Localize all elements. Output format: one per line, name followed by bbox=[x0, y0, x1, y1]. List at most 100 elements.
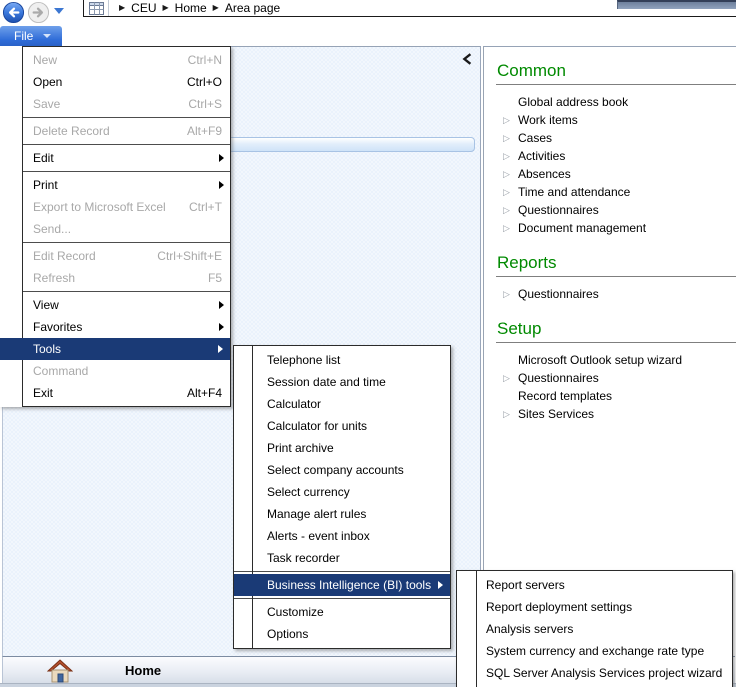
file-menu-item-export-to-microsoft-excel: Export to Microsoft ExcelCtrl+T bbox=[0, 196, 231, 218]
bi-menu-item-report-deployment-settings[interactable]: Report deployment settings bbox=[457, 596, 732, 618]
tools-menu-item-print-archive[interactable]: Print archive bbox=[234, 437, 450, 459]
file-menu-item-edit[interactable]: Edit bbox=[0, 147, 231, 169]
tools-menu-item-task-recorder[interactable]: Task recorder bbox=[234, 547, 450, 569]
section-title-reports: Reports bbox=[497, 253, 736, 273]
tools-menu-item-calculator-for-units[interactable]: Calculator for units bbox=[234, 415, 450, 437]
breadcrumb-crumb-home[interactable]: Home bbox=[175, 1, 207, 15]
breadcrumb-crumb-area-page[interactable]: Area page bbox=[225, 1, 280, 15]
expand-arrow-icon[interactable]: ▷ bbox=[503, 224, 518, 233]
tools-menu-item-label: Business Intelligence (BI) tools bbox=[267, 578, 442, 592]
expand-arrow-icon[interactable]: ▷ bbox=[503, 188, 518, 197]
tools-menu-item-alerts-event-inbox[interactable]: Alerts - event inbox bbox=[234, 525, 450, 547]
task-item-work-items[interactable]: ▷Work items bbox=[484, 111, 736, 129]
application-window: ▶CEU▶Home▶Area page File Common▷Global a… bbox=[0, 0, 736, 687]
expand-arrow-icon[interactable]: ▷ bbox=[503, 170, 518, 179]
address-grid-icon[interactable] bbox=[84, 0, 109, 16]
file-menu-item-shortcut: F5 bbox=[208, 271, 222, 285]
bi-menu-item-sql-server-analysis-services-project-wizard[interactable]: SQL Server Analysis Services project wiz… bbox=[457, 662, 732, 684]
tools-menu-item-label: Session date and time bbox=[267, 375, 442, 389]
tools-menu-item-customize[interactable]: Customize bbox=[234, 601, 450, 623]
file-menu-item-shortcut: Ctrl+N bbox=[188, 53, 222, 67]
file-menu-item-tools[interactable]: Tools bbox=[0, 338, 230, 360]
file-menu-item-label: Save bbox=[33, 97, 176, 111]
file-menu-item-print[interactable]: Print bbox=[0, 174, 231, 196]
file-menu-item-label: Favorites bbox=[33, 320, 222, 334]
bi-menu-item-report-servers[interactable]: Report servers bbox=[457, 574, 732, 596]
expand-arrow-icon[interactable]: ▷ bbox=[503, 374, 518, 383]
file-menu-item-label: Exit bbox=[33, 386, 175, 400]
section-list-common: ▷Global address book▷Work items▷Cases▷Ac… bbox=[484, 93, 736, 237]
chevron-down-icon bbox=[43, 34, 51, 38]
tools-menu-item-select-currency[interactable]: Select currency bbox=[234, 481, 450, 503]
task-item-global-address-book[interactable]: ▷Global address book bbox=[484, 93, 736, 111]
tools-menu-item-business-intelligence-bi-tools[interactable]: Business Intelligence (BI) tools bbox=[234, 574, 450, 596]
file-menu-item-label: Tools bbox=[33, 342, 221, 356]
task-item-cases[interactable]: ▷Cases bbox=[484, 129, 736, 147]
breadcrumb-path: ▶CEU▶Home▶Area page bbox=[109, 1, 280, 15]
task-item-label: Time and attendance bbox=[518, 185, 630, 199]
task-item-questionnaires[interactable]: ▷Questionnaires bbox=[484, 285, 736, 303]
tools-menu-item-calculator[interactable]: Calculator bbox=[234, 393, 450, 415]
file-menu-button[interactable]: File bbox=[0, 26, 62, 46]
submenu-arrow-icon bbox=[219, 181, 224, 189]
file-menu-item-shortcut: Ctrl+Shift+E bbox=[157, 249, 222, 263]
file-menu-item-open[interactable]: OpenCtrl+O bbox=[0, 71, 231, 93]
file-menu: NewCtrl+NOpenCtrl+OSaveCtrl+SDelete Reco… bbox=[0, 46, 231, 407]
bi-menu-item-system-currency-and-exchange-rate-type[interactable]: System currency and exchange rate type bbox=[457, 640, 732, 662]
task-item-questionnaires[interactable]: ▷Questionnaires bbox=[484, 369, 736, 387]
tools-menu-item-label: Alerts - event inbox bbox=[267, 529, 442, 543]
tools-menu-item-telephone-list[interactable]: Telephone list bbox=[234, 349, 450, 371]
task-item-time-and-attendance[interactable]: ▷Time and attendance bbox=[484, 183, 736, 201]
task-item-microsoft-outlook-setup-wizard[interactable]: ▷Microsoft Outlook setup wizard bbox=[484, 351, 736, 369]
back-button[interactable] bbox=[2, 1, 25, 24]
submenu-arrow-icon bbox=[438, 581, 443, 589]
task-item-label: Activities bbox=[518, 149, 565, 163]
task-item-questionnaires[interactable]: ▷Questionnaires bbox=[484, 201, 736, 219]
tools-menu-item-options[interactable]: Options bbox=[234, 623, 450, 645]
tools-menu-item-label: Task recorder bbox=[267, 551, 442, 565]
task-item-activities[interactable]: ▷Activities bbox=[484, 147, 736, 165]
task-item-label: Microsoft Outlook setup wizard bbox=[518, 353, 682, 367]
file-menu-item-label: Refresh bbox=[33, 271, 196, 285]
expand-arrow-icon[interactable]: ▷ bbox=[503, 206, 518, 215]
expand-arrow-icon[interactable]: ▷ bbox=[503, 134, 518, 143]
collapse-pane-button[interactable] bbox=[462, 53, 474, 65]
bi-menu-item-analysis-servers[interactable]: Analysis servers bbox=[457, 618, 732, 640]
expand-arrow-icon[interactable]: ▷ bbox=[503, 290, 518, 299]
file-menu-separator bbox=[23, 242, 230, 243]
task-item-absences[interactable]: ▷Absences bbox=[484, 165, 736, 183]
file-menu-item-label: Delete Record bbox=[33, 124, 175, 138]
breadcrumb-crumb-ceu[interactable]: CEU bbox=[131, 1, 156, 15]
bi-menu-item-label: Report deployment settings bbox=[486, 600, 724, 614]
area-page-panel: Common▷Global address book▷Work items▷Ca… bbox=[483, 46, 736, 656]
file-menu-item-label: Send... bbox=[33, 222, 222, 236]
task-item-label: Sites Services bbox=[518, 407, 594, 421]
section-rule bbox=[496, 342, 736, 343]
task-item-sites-services[interactable]: ▷Sites Services bbox=[484, 405, 736, 423]
file-menu-item-label: Command bbox=[33, 364, 222, 378]
bi-menu-item-label: SQL Server Analysis Services project wiz… bbox=[486, 666, 724, 680]
section-list-reports: ▷Questionnaires bbox=[484, 285, 736, 303]
tools-menu-item-label: Calculator bbox=[267, 397, 442, 411]
tools-menu-item-label: Select company accounts bbox=[267, 463, 442, 477]
tools-menu-item-session-date-and-time[interactable]: Session date and time bbox=[234, 371, 450, 393]
expand-arrow-icon[interactable]: ▷ bbox=[503, 410, 518, 419]
task-item-record-templates[interactable]: ▷Record templates bbox=[484, 387, 736, 405]
task-item-document-management[interactable]: ▷Document management bbox=[484, 219, 736, 237]
file-menu-separator bbox=[23, 171, 230, 172]
file-menu-item-favorites[interactable]: Favorites bbox=[0, 316, 231, 338]
file-menu-button-label: File bbox=[14, 29, 33, 43]
tools-menu-item-select-company-accounts[interactable]: Select company accounts bbox=[234, 459, 450, 481]
bi-menu-item-label: Report servers bbox=[486, 578, 724, 592]
file-menu-item-view[interactable]: View bbox=[0, 294, 231, 316]
bi-menu-item-label: System currency and exchange rate type bbox=[486, 644, 724, 658]
file-menu-item-label: Edit Record bbox=[33, 249, 145, 263]
section-list-setup: ▷Microsoft Outlook setup wizard▷Question… bbox=[484, 351, 736, 423]
tools-menu-item-manage-alert-rules[interactable]: Manage alert rules bbox=[234, 503, 450, 525]
recent-pages-dropdown-icon[interactable] bbox=[54, 8, 64, 14]
file-menu-item-shortcut: Ctrl+O bbox=[187, 75, 222, 89]
file-menu-item-new: NewCtrl+N bbox=[0, 49, 231, 71]
expand-arrow-icon[interactable]: ▷ bbox=[503, 152, 518, 161]
expand-arrow-icon[interactable]: ▷ bbox=[503, 116, 518, 125]
file-menu-item-exit[interactable]: ExitAlt+F4 bbox=[0, 382, 231, 404]
